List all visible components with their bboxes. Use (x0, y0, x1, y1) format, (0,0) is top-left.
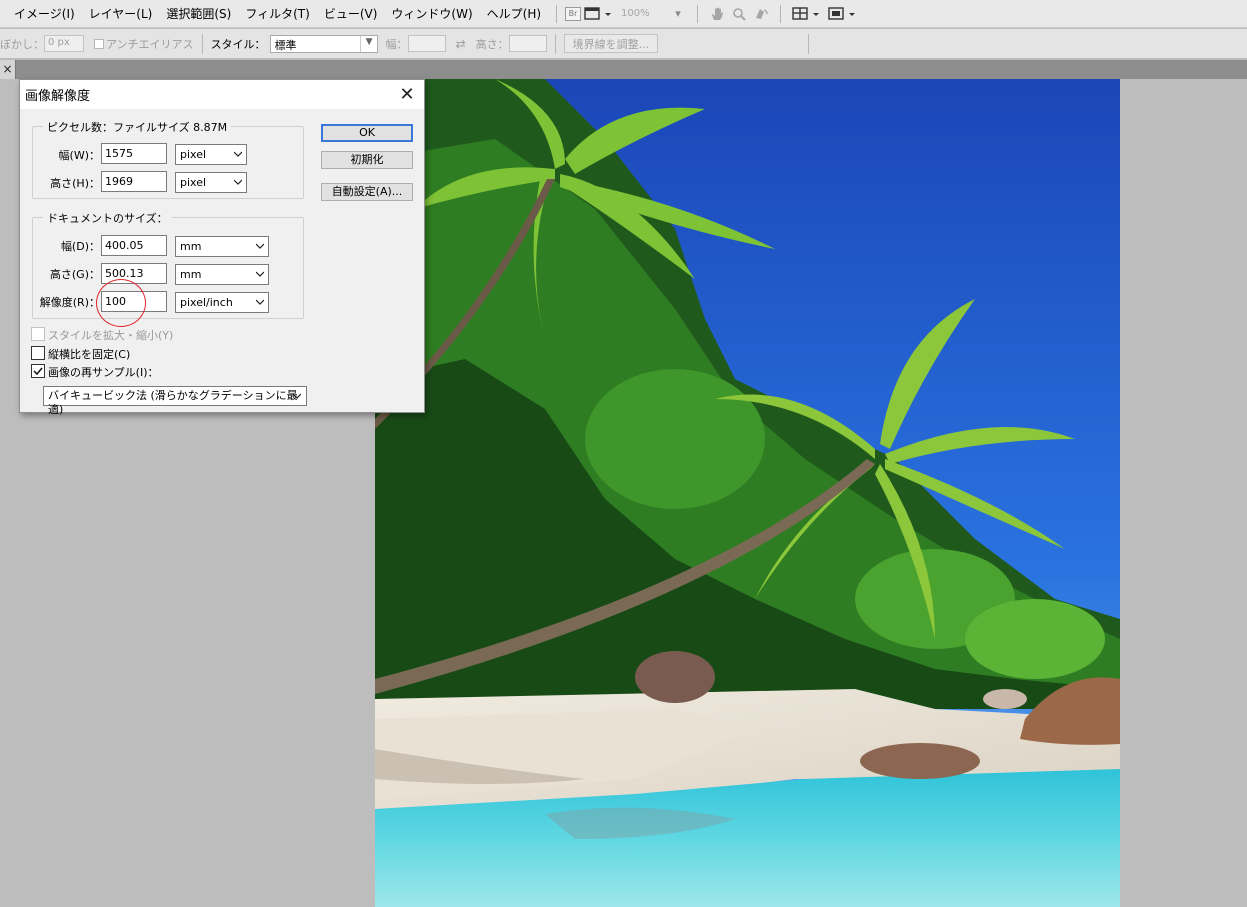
menu-window[interactable]: ウィンドウ(W) (384, 0, 479, 28)
doc-height-unit: mm (180, 268, 202, 281)
swap-icon[interactable]: ⇄ (456, 37, 466, 51)
auto-button[interactable]: 自動設定(A)... (321, 183, 413, 201)
hand-tool-icon[interactable] (706, 4, 728, 24)
style-label: スタイル： (210, 37, 266, 51)
style-value: 標準 (274, 38, 297, 52)
options-bar: ぼかし： 0 px アンチエイリアス スタイル： 標準 ▼ 幅： ⇄ 高さ： 境… (0, 29, 1247, 59)
close-icon[interactable]: ✕ (398, 85, 416, 104)
document-tab-strip: × (0, 60, 1247, 79)
close-tab-icon[interactable]: × (0, 60, 16, 79)
resolution-highlight-circle (96, 279, 146, 327)
chevron-down-icon (256, 299, 264, 305)
screen-mode-icon[interactable] (825, 4, 861, 24)
pixel-width-label: 幅(W)： (58, 149, 100, 162)
menu-filter[interactable]: フィルタ(T) (238, 0, 316, 28)
bridge-icon[interactable]: Br (565, 6, 582, 21)
checkmark-icon (33, 367, 43, 376)
reset-button[interactable]: 初期化 (321, 151, 413, 169)
menu-layer[interactable]: レイヤー(L) (82, 0, 160, 28)
dialog-title: 画像解像度 (25, 89, 91, 104)
pixel-width-unit-select[interactable]: pixel (175, 144, 247, 165)
chevron-down-icon (293, 393, 301, 399)
beach-photo (375, 79, 1120, 907)
pixel-width-input[interactable]: 1575 (101, 143, 167, 164)
dialog-titlebar[interactable]: 画像解像度 ✕ (20, 80, 424, 109)
menu-separator (780, 4, 782, 23)
resample-method-select[interactable]: バイキュービック法 (滑らかなグラデーションに最適) (43, 386, 307, 416)
zoom-tool-icon[interactable] (728, 4, 750, 24)
arrange-documents-icon[interactable] (789, 4, 825, 24)
resolution-unit: pixel/inch (180, 296, 233, 309)
image-size-dialog: 画像解像度 ✕ ピクセル数：ファイルサイズ 8.87M 幅(W)： 1575 p… (19, 79, 425, 416)
resample-method-value: バイキュービック法 (滑らかなグラデーションに最適) (48, 389, 298, 416)
chevron-down-icon (256, 271, 264, 277)
resample-checkbox[interactable] (31, 364, 45, 378)
height-label: 高さ： (475, 37, 509, 51)
pixel-height-unit: pixel (180, 176, 207, 189)
menu-view[interactable]: ビュー(V) (317, 0, 385, 28)
height-input[interactable] (508, 35, 547, 52)
resample-label: 画像の再サンプル(I)： (48, 366, 159, 379)
options-separator (201, 33, 203, 54)
constrain-proportions-checkbox[interactable] (31, 346, 45, 360)
doc-width-label: 幅(D)： (60, 240, 100, 253)
screen-layout-icon[interactable] (581, 4, 617, 24)
chevron-down-icon: ▼ (365, 36, 373, 47)
chevron-down-icon (234, 179, 242, 185)
menu-image[interactable]: イメージ(I) (0, 0, 82, 28)
scale-styles-label: スタイルを拡大・縮小(Y) (48, 329, 174, 342)
pixel-height-label: 高さ(H)： (50, 177, 100, 190)
pixel-group-legend: ピクセル数：ファイルサイズ 8.87M (43, 119, 232, 135)
pixel-width-unit: pixel (180, 148, 207, 161)
width-input[interactable] (407, 35, 446, 52)
constrain-proportions-label: 縦横比を固定(C) (48, 348, 131, 361)
ok-button[interactable]: OK (321, 124, 413, 142)
doc-group-legend: ドキュメントのサイズ： (43, 210, 172, 226)
pixel-height-input[interactable]: 1969 (101, 171, 167, 192)
doc-height-label: 高さ(G)： (49, 268, 100, 281)
menu-select[interactable]: 選択範囲(S) (159, 0, 238, 28)
chevron-down-icon (256, 243, 264, 249)
zoom-chevron-icon[interactable]: ▾ (667, 4, 689, 24)
antialias-checkbox[interactable] (94, 38, 104, 49)
menu-separator (697, 4, 699, 23)
rotate-view-icon[interactable] (750, 4, 772, 24)
menu-help[interactable]: ヘルプ(H) (480, 0, 548, 28)
feather-label: ぼかし： (0, 37, 44, 51)
doc-width-unit: mm (180, 240, 202, 253)
scale-styles-checkbox[interactable] (31, 327, 45, 341)
pixel-height-unit-select[interactable]: pixel (175, 172, 247, 193)
options-separator (554, 33, 556, 54)
resolution-unit-select[interactable]: pixel/inch (175, 292, 269, 313)
refine-edge-button[interactable]: 境界線を調整... (563, 34, 659, 53)
zoom-level[interactable]: 100% (621, 8, 667, 19)
antialias-label: アンチエイリアス (106, 37, 194, 51)
beach-photo-graphic (375, 79, 1120, 907)
resolution-label: 解像度(R)： (39, 296, 100, 309)
feather-input[interactable]: 0 px (44, 35, 84, 52)
width-label: 幅： (385, 37, 408, 51)
menu-separator (556, 4, 558, 23)
chevron-down-icon (234, 151, 242, 157)
options-separator (808, 33, 810, 54)
doc-width-unit-select[interactable]: mm (175, 236, 269, 257)
style-select[interactable]: 標準 ▼ (269, 34, 378, 53)
menu-bar: イメージ(I) レイヤー(L) 選択範囲(S) フィルタ(T) ビュー(V) ウ… (0, 0, 1247, 28)
doc-width-input[interactable]: 400.05 (101, 235, 167, 256)
doc-height-unit-select[interactable]: mm (175, 264, 269, 285)
